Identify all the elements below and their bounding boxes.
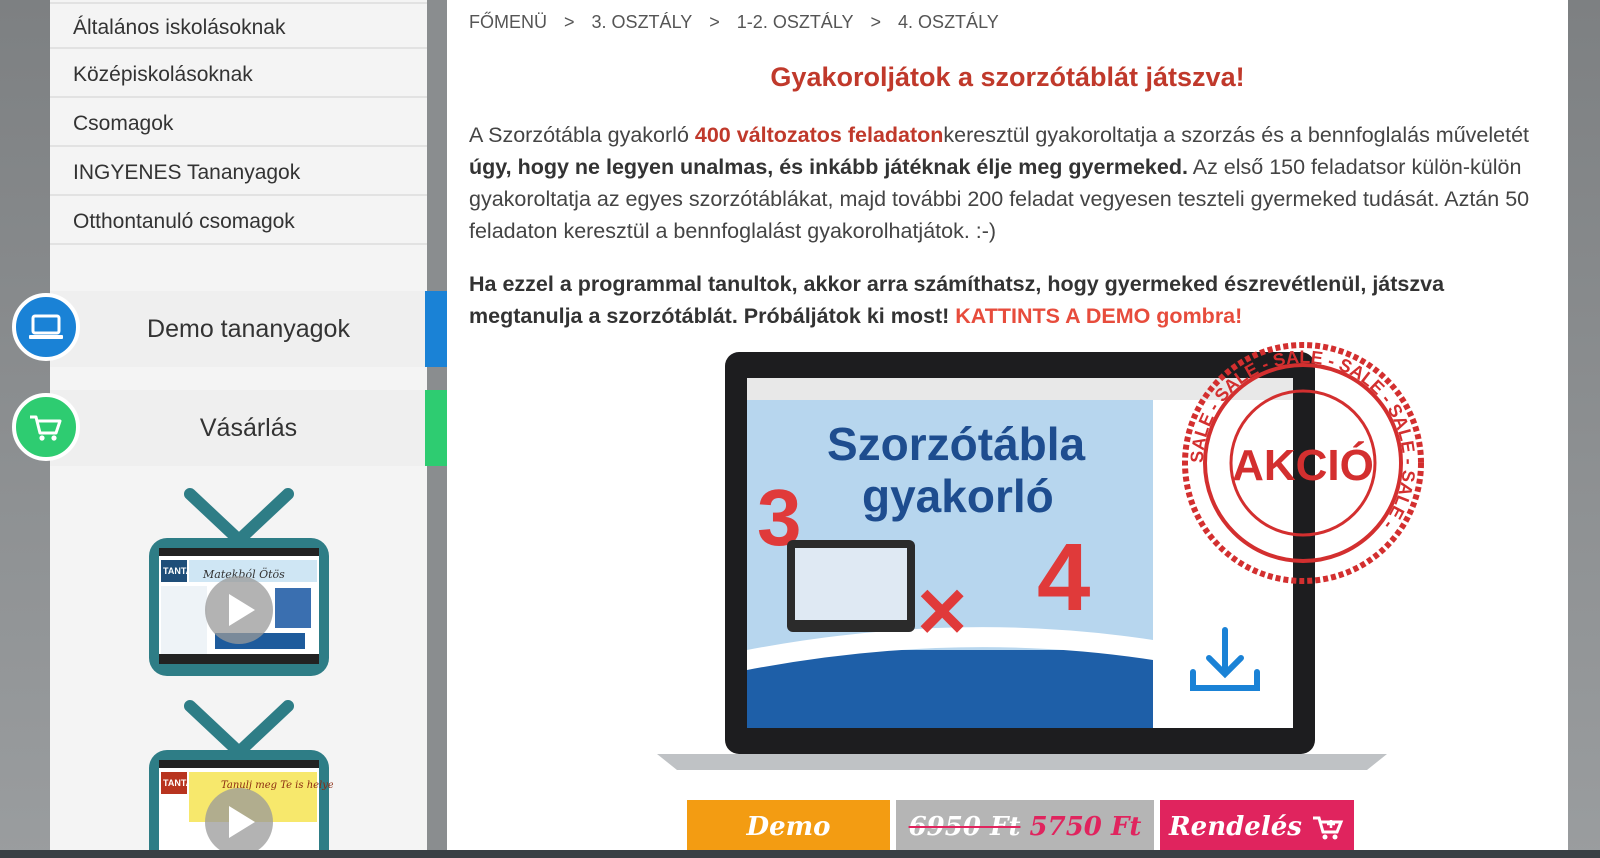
breadcrumb-4-osztaly[interactable]: 4. OSZTÁLY — [898, 12, 999, 32]
video-thumbnail-helyesiras[interactable]: TANTAKI Tanulj meg Te is helyesen írni! — [145, 700, 333, 858]
sidebar-item-csomagok[interactable]: Csomagok — [50, 100, 427, 147]
laptop-icon[interactable] — [12, 293, 80, 361]
page-title: Gyakoroljátok a szorzótáblát játszva! — [770, 62, 1245, 92]
intro-paragraph: A Szorzótábla gyakorló 400 változatos fe… — [469, 119, 1554, 247]
breadcrumb-separator: > — [709, 12, 720, 32]
buy-accent-bar — [425, 390, 447, 466]
footer-bar — [0, 850, 1600, 858]
order-label: Rendelés — [1169, 812, 1302, 842]
svg-text:×: × — [917, 563, 967, 659]
breadcrumb-3-osztaly[interactable]: 3. OSZTÁLY — [592, 12, 693, 32]
breadcrumb: FŐMENÜ > 3. OSZTÁLY > 1-2. OSZTÁLY > 4. … — [469, 12, 1011, 33]
sidebar-item-altalanos[interactable]: Általános iskolásoknak — [50, 2, 427, 49]
demo-materials-label: Demo tananyagok — [147, 315, 350, 343]
demo-materials-button[interactable]: Demo tananyagok — [50, 291, 447, 367]
buy-button[interactable]: Vásárlás — [50, 390, 447, 466]
stamp-label: AKCIÓ — [1232, 440, 1374, 490]
intro-text-1: A Szorzótábla gyakorló — [469, 123, 695, 147]
buy-label: Vásárlás — [199, 414, 298, 442]
intro-highlight-tasks: 400 változatos feladaton — [694, 123, 944, 147]
sidebar: Általános iskolásoknak Középiskolásoknak… — [50, 0, 447, 858]
breadcrumb-separator: > — [870, 12, 882, 32]
video-thumbnail-matek[interactable]: TANTAKI Matekból Ötös — [145, 488, 333, 680]
page-background-right — [1568, 0, 1600, 858]
sidebar-item-ingyenes[interactable]: INGYENES Tananyagok — [50, 149, 427, 196]
order-cart-icon — [1312, 816, 1344, 840]
cart-icon[interactable] — [12, 393, 80, 461]
sidebar-item-otthontanulo[interactable]: Otthontanuló csomagok — [50, 198, 427, 245]
product-name-line2: gyakorló — [862, 470, 1054, 522]
intro-bold-text: úgy, hogy ne legyen unalmas, és inkább j… — [469, 155, 1188, 179]
sidebar-item-kozepiskolas[interactable]: Középiskolásoknak — [50, 51, 427, 98]
demo-accent-bar — [425, 291, 447, 367]
product-name-line1: Szorzótábla — [827, 418, 1086, 470]
breadcrumb-1-2-osztaly[interactable]: 1-2. OSZTÁLY — [737, 12, 854, 32]
svg-text:4: 4 — [1037, 524, 1090, 631]
old-price: 6950 Ft — [908, 812, 1021, 842]
breadcrumb-separator: > — [564, 12, 575, 32]
new-price: 5750 Ft — [1029, 812, 1142, 842]
cta-paragraph: Ha ezzel a programmal tanultok, akkor ar… — [469, 268, 1554, 332]
intro-text-2: keresztül gyakoroltatja a szorzás és a b… — [943, 123, 1530, 147]
sale-stamp: SALE - SALE - SALE - SALE - SALE - SALE … — [1182, 342, 1424, 584]
breadcrumb-fomenu[interactable]: FŐMENÜ — [469, 12, 547, 32]
main-content: FŐMENÜ > 3. OSZTÁLY > 1-2. OSZTÁLY > 4. … — [447, 0, 1568, 858]
cta-highlight: KATTINTS A DEMO gombra! — [955, 304, 1243, 328]
